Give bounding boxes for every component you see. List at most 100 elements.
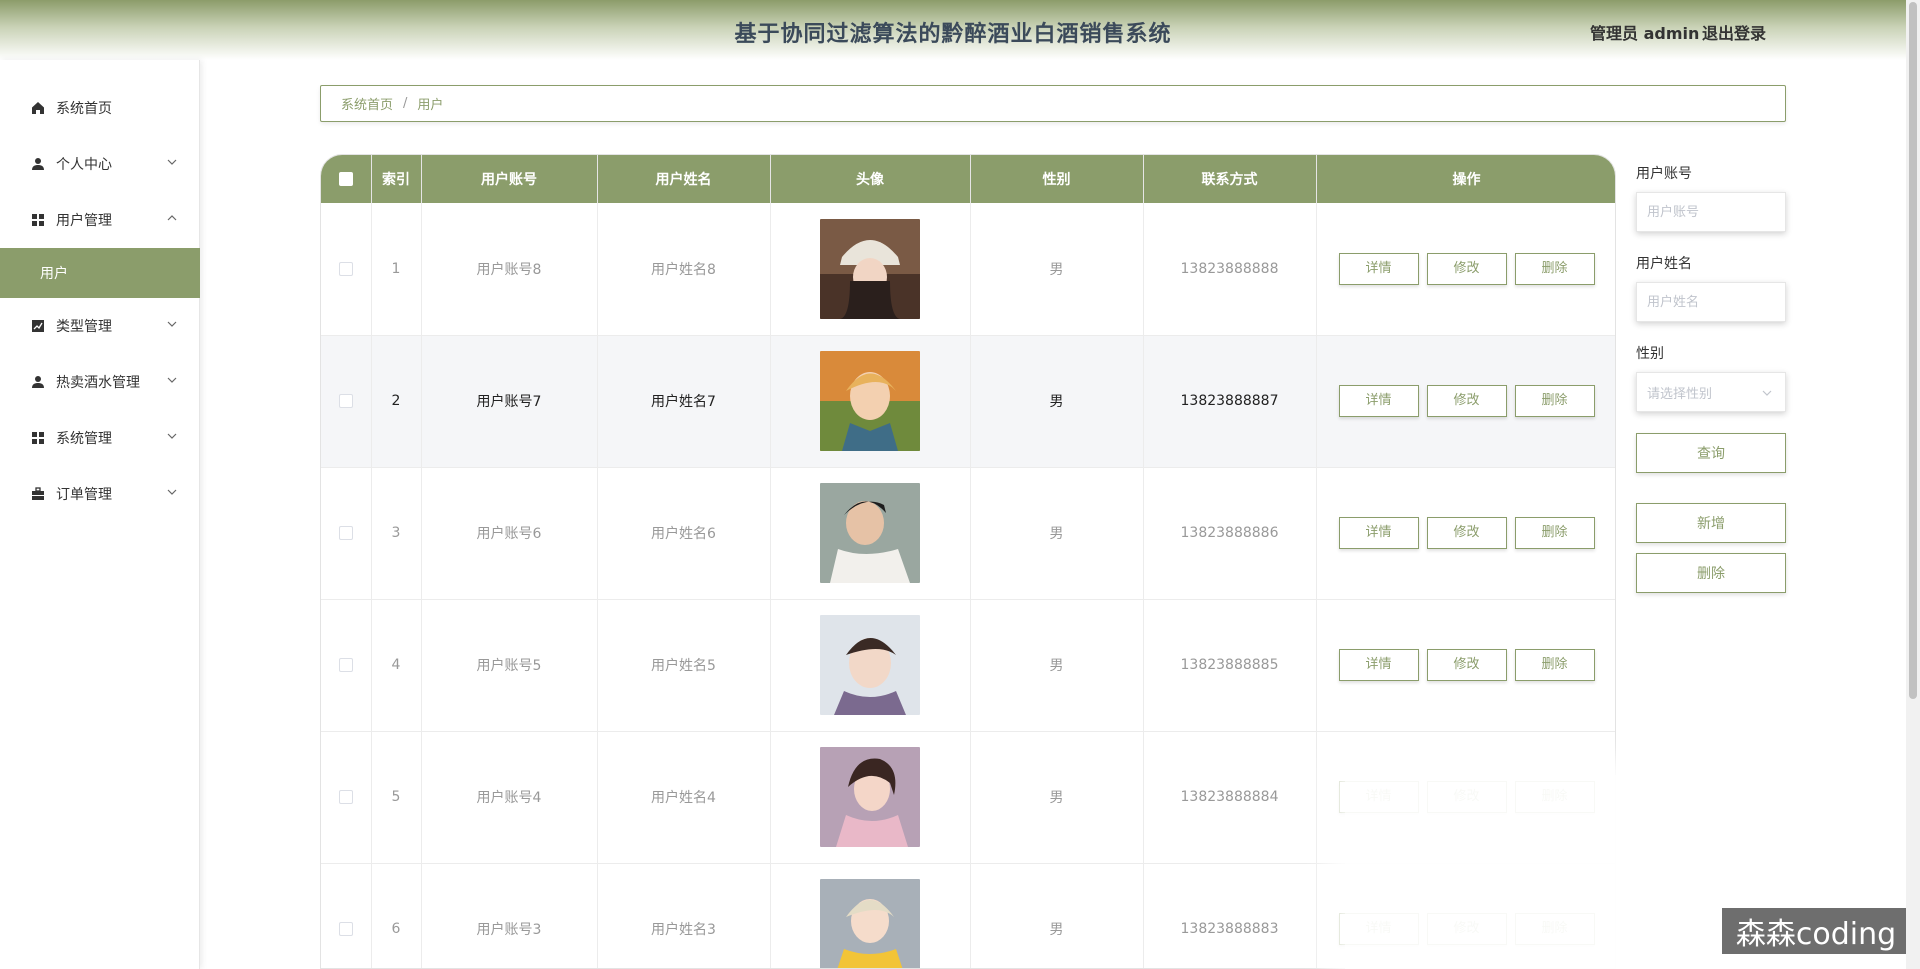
cell-index: 4 [371,599,422,732]
avatar-image [820,747,920,847]
row-select-cell [321,467,372,600]
table-row[interactable]: 4 用户账号5 用户姓名5 男 13823888885 详情 修改 删除 [321,599,1615,732]
cell-index: 6 [371,863,422,968]
cell-index: 2 [371,335,422,468]
sidebar-subitem-users[interactable]: 用户 [0,248,200,298]
sidebar-item-profile[interactable]: 个人中心 [0,144,200,184]
detail-button[interactable]: 详情 [1338,252,1419,285]
batch-delete-button[interactable]: 删除 [1636,553,1786,593]
grid-icon [30,430,46,446]
delete-button[interactable]: 删除 [1514,517,1595,549]
cell-index: 1 [371,203,422,336]
cell-account: 用户账号5 [421,599,598,732]
table-header-row: 索引 用户账号 用户姓名 头像 性别 联系方式 操作 [321,155,1615,203]
row-checkbox[interactable] [338,658,353,672]
blur-overlay [1345,775,1630,969]
row-checkbox[interactable] [338,526,353,540]
query-button[interactable]: 查询 [1636,433,1786,473]
cell-phone: 13823888883 [1143,863,1317,968]
select-all-cell [321,155,372,203]
sidebar-item-hot-drinks[interactable]: 热卖酒水管理 [0,362,200,402]
breadcrumb-separator: / [403,96,408,111]
cell-name: 用户姓名4 [597,731,771,864]
avatar-image [820,218,920,319]
detail-button[interactable]: 详情 [1338,649,1419,681]
edit-button[interactable]: 修改 [1426,517,1507,549]
chevron-down-icon [167,321,177,327]
briefcase-icon [30,486,46,502]
account-search-input[interactable] [1636,192,1786,232]
sidebar-item-label: 系统管理 [56,431,112,447]
name-search-input[interactable] [1636,282,1786,322]
delete-button[interactable]: 删除 [1514,252,1595,285]
row-checkbox[interactable] [338,790,353,804]
breadcrumb: 系统首页 / 用户 [320,85,1786,122]
user-icon [30,156,46,172]
cell-actions: 详情修改删除 [1316,335,1615,468]
col-header-name: 用户姓名 [597,155,771,203]
sidebar-item-home[interactable]: 系统首页 [0,88,200,128]
cell-account: 用户账号3 [421,863,598,968]
sidebar-item-order-management[interactable]: 订单管理 [0,474,200,514]
cell-actions: 详情修改删除 [1316,467,1615,600]
cell-gender: 男 [970,599,1144,732]
edit-button[interactable]: 修改 [1426,385,1507,417]
breadcrumb-home[interactable]: 系统首页 [341,94,393,113]
add-button[interactable]: 新增 [1636,503,1786,543]
sidebar-item-system-management[interactable]: 系统管理 [0,418,200,458]
user-icon [30,374,46,390]
gender-select[interactable]: 请选择性别 [1636,372,1786,412]
table-row[interactable]: 1 用户账号8 用户姓名8 男 13823888888 详情 修改 删除 [321,203,1615,336]
sidebar-item-label: 订单管理 [56,487,112,503]
delete-button[interactable]: 删除 [1514,385,1595,417]
row-select-cell [321,335,372,468]
cell-gender: 男 [970,203,1144,336]
row-select-cell [321,731,372,864]
avatar-image [820,351,920,451]
detail-button[interactable]: 详情 [1338,385,1419,417]
avatar-image [820,483,920,583]
detail-button[interactable]: 详情 [1338,517,1419,549]
select-all-checkbox[interactable] [338,172,353,186]
sidebar-item-label: 类型管理 [56,319,112,335]
col-header-avatar: 头像 [770,155,971,203]
sidebar-item-type-management[interactable]: 类型管理 [0,306,200,346]
logout-link[interactable]: 退出登录 [1702,20,1766,44]
account-label: 用户账号 [1636,166,1692,182]
edit-button[interactable]: 修改 [1426,252,1507,285]
delete-button[interactable]: 删除 [1514,649,1595,681]
row-select-cell [321,599,372,732]
row-checkbox[interactable] [338,922,353,936]
gender-label: 性别 [1636,346,1664,362]
sidebar-item-label: 系统首页 [56,101,112,117]
cell-gender: 男 [970,731,1144,864]
row-checkbox[interactable] [338,394,353,408]
cell-account: 用户账号4 [421,731,598,864]
cell-avatar [770,599,971,732]
avatar-image [820,879,920,968]
chart-icon [30,318,46,334]
cell-phone: 13823888888 [1143,203,1317,336]
cell-name: 用户姓名8 [597,203,771,336]
cell-avatar [770,467,971,600]
cell-name: 用户姓名7 [597,335,771,468]
cell-name: 用户姓名6 [597,467,771,600]
cell-phone: 13823888886 [1143,467,1317,600]
gender-select-placeholder: 请选择性别 [1647,386,1713,402]
sidebar: 系统首页 个人中心 用户管理 用户 类型管理 热卖酒水管理 系统管理 订单管理 [0,60,200,969]
cell-gender: 男 [970,467,1144,600]
scrollbar-thumb[interactable] [1909,2,1917,699]
cell-avatar [770,863,971,968]
row-checkbox[interactable] [338,261,353,276]
sidebar-item-user-management[interactable]: 用户管理 [0,200,200,240]
edit-button[interactable]: 修改 [1426,649,1507,681]
chevron-down-icon [167,489,177,495]
table-row[interactable]: 3 用户账号6 用户姓名6 男 13823888886 详情 修改 删除 [321,467,1615,600]
avatar-image [820,615,920,715]
cell-phone: 13823888887 [1143,335,1317,468]
cell-name: 用户姓名3 [597,863,771,968]
cell-account: 用户账号7 [421,335,598,468]
table-row[interactable]: 2 用户账号7 用户姓名7 男 13823888887 详情 修改 删除 [321,335,1615,468]
sidebar-item-label: 个人中心 [56,157,112,173]
row-select-cell [321,863,372,968]
